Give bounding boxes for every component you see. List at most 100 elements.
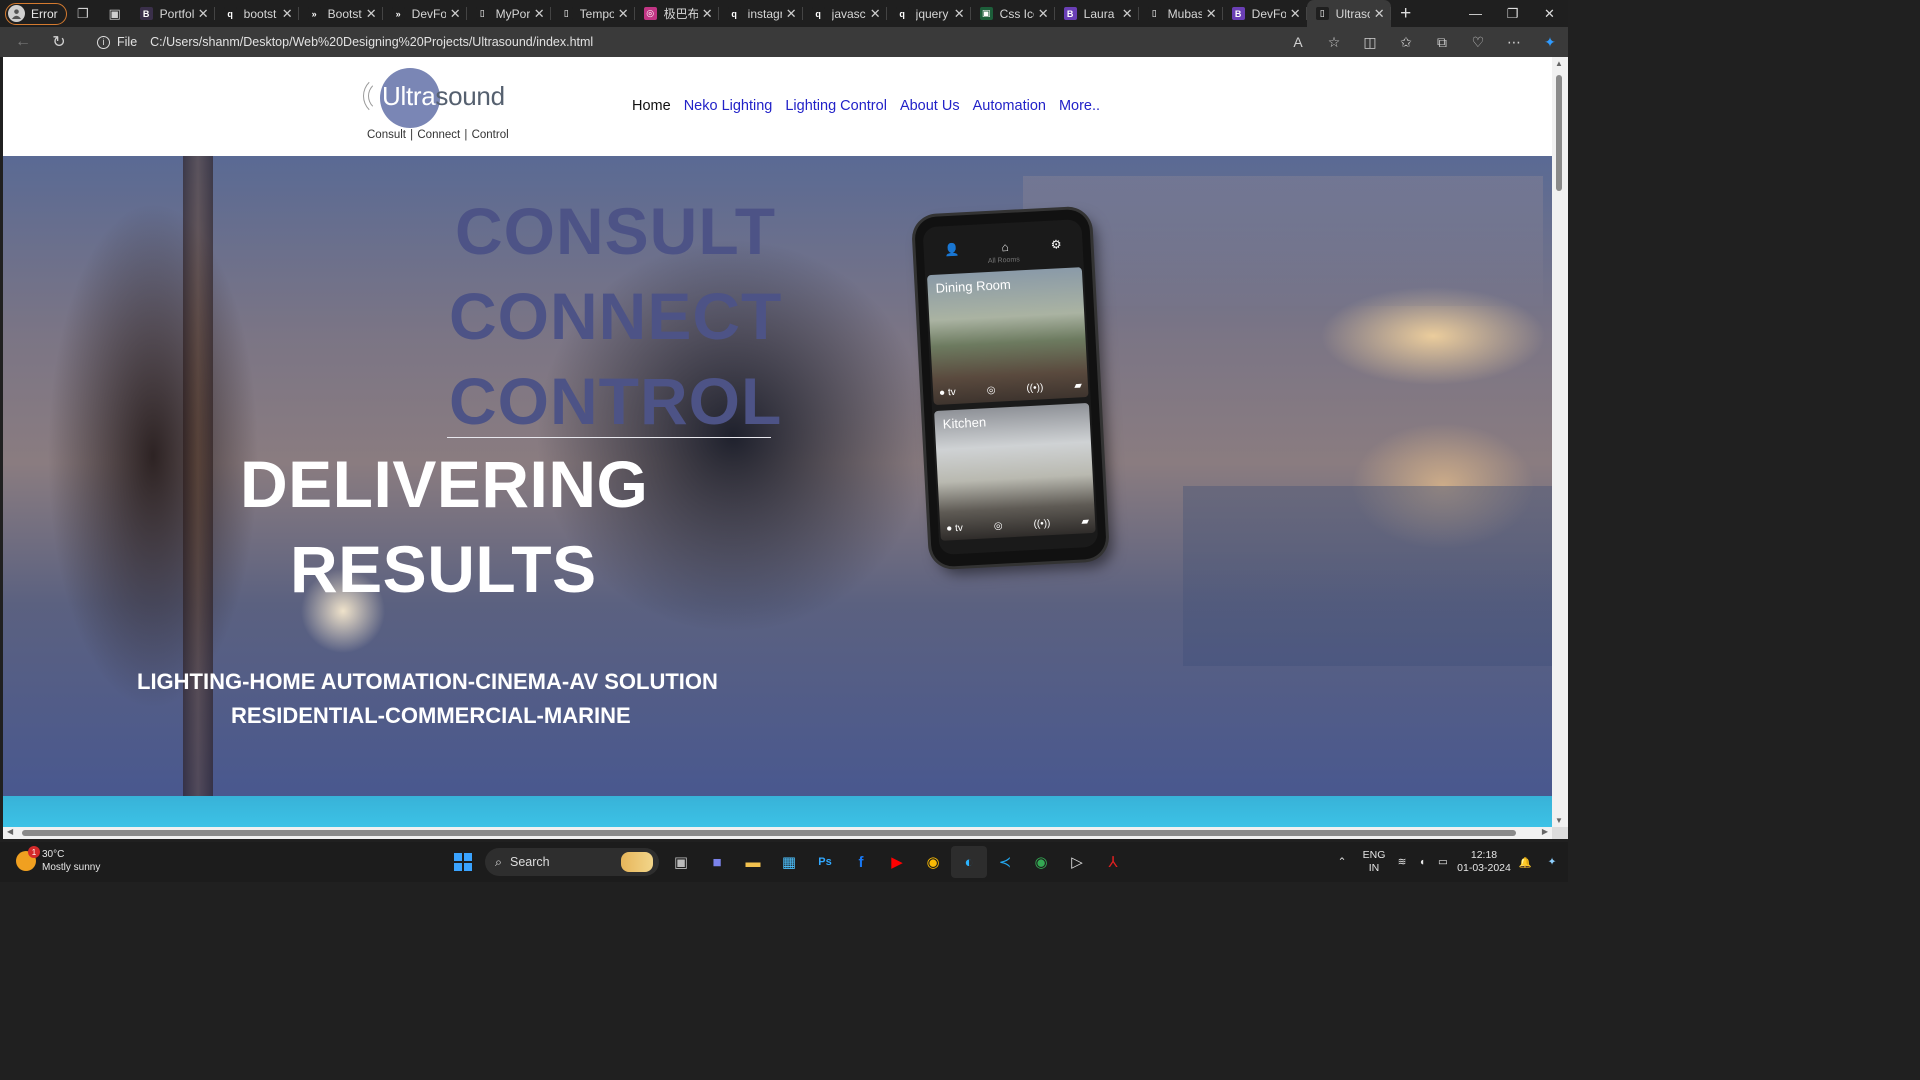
browser-tab[interactable]: ▯ Mubas ✕ — [1139, 0, 1223, 27]
chrome-icon[interactable]: ◉ — [915, 846, 951, 878]
new-tab-button[interactable]: + — [1391, 0, 1421, 27]
nav-link-more[interactable]: More.. — [1059, 98, 1100, 114]
hero-background — [183, 156, 213, 796]
browser-tab[interactable]: » DevFol ✕ — [383, 0, 467, 27]
browser-tab[interactable]: B Portfol ✕ — [131, 0, 215, 27]
favorites-icon[interactable]: ✩ — [1388, 34, 1424, 51]
start-button[interactable] — [445, 846, 481, 878]
browser-tab[interactable]: q bootst ✕ — [215, 0, 299, 27]
acrobat-icon[interactable]: ⅄ — [1095, 846, 1131, 878]
nav-link-automation[interactable]: Automation — [973, 98, 1046, 114]
site-logo[interactable]: Ultrasound Consult | Connect | Control — [361, 67, 516, 147]
copilot-taskbar-icon[interactable]: ✦ — [1536, 856, 1568, 868]
avatar — [8, 5, 25, 22]
info-icon[interactable]: i — [97, 35, 110, 49]
photoshop-icon[interactable]: Ps — [807, 846, 843, 878]
nav-link-about-us[interactable]: About Us — [900, 98, 960, 114]
nav-link-home[interactable]: Home — [632, 98, 671, 114]
wifi-icon[interactable]: ≋ — [1392, 856, 1412, 868]
browser-tab[interactable]: ▯ Ultraso ✕ — [1306, 0, 1391, 27]
settings-gear-icon: ⚙ — [1050, 237, 1062, 252]
nav-link-lighting-control[interactable]: Lighting Control — [785, 98, 887, 114]
minimize-icon[interactable]: — — [1457, 0, 1494, 27]
hero-word-consult: CONSULT — [455, 194, 777, 268]
browser-tab[interactable]: ▯ MyPort ✕ — [467, 0, 551, 27]
notification-bell-icon[interactable]: 🔔 — [1514, 856, 1536, 869]
task-view-icon[interactable]: ▣ — [663, 846, 699, 878]
close-tab-icon[interactable]: ✕ — [366, 6, 377, 22]
browser-tab[interactable]: B Laura ✕ — [1055, 0, 1139, 27]
room-controls: ● tv ◎ ((•)) ▰ — [939, 380, 1082, 398]
close-tab-icon[interactable]: ✕ — [534, 6, 545, 22]
close-tab-icon[interactable]: ✕ — [1374, 6, 1385, 22]
tab-actions-icon[interactable]: ▣ — [99, 0, 131, 27]
edge-icon[interactable]: ◐ — [951, 846, 987, 878]
facebook-icon[interactable]: f — [843, 846, 879, 878]
home-icon: ⌂ — [1001, 239, 1010, 255]
url-text[interactable]: C:/Users/shanm/Desktop/Web%20Designing%2… — [150, 35, 593, 49]
vertical-scrollbar[interactable]: ▲ ▼ — [1552, 57, 1568, 827]
browser-essentials-icon[interactable]: ♡ — [1460, 34, 1496, 51]
browser-tab[interactable]: q javascr ✕ — [803, 0, 887, 27]
more-menu-icon[interactable]: ⋯ — [1496, 34, 1532, 51]
hero-sectors: RESIDENTIAL-COMMERCIAL-MARINE — [231, 703, 631, 728]
scroll-up-icon[interactable]: ▲ — [1555, 59, 1563, 68]
split-screen-icon[interactable]: ◫ — [1352, 34, 1388, 51]
show-hidden-icons-icon[interactable]: ⌃ — [1328, 856, 1356, 868]
close-tab-icon[interactable]: ✕ — [1290, 6, 1301, 22]
browser-tab[interactable]: B DevFol ✕ — [1223, 0, 1307, 27]
restore-icon[interactable]: ❐ — [1494, 0, 1531, 27]
vscode-icon[interactable]: ≺ — [987, 846, 1023, 878]
nav-link-neko-lighting[interactable]: Neko Lighting — [684, 98, 773, 114]
refresh-icon[interactable]: ↻ — [41, 27, 77, 57]
browser-tab[interactable]: q jquery ✕ — [887, 0, 971, 27]
hero-word-control: CONTROL — [449, 364, 783, 438]
browser-tab[interactable]: q instagr ✕ — [719, 0, 803, 27]
clock[interactable]: 12:18 01-03-2024 — [1454, 849, 1514, 875]
close-window-icon[interactable]: ✕ — [1531, 0, 1568, 27]
close-tab-icon[interactable]: ✕ — [282, 6, 293, 22]
close-tab-icon[interactable]: ✕ — [198, 6, 209, 22]
battery-icon[interactable]: ▭ — [1432, 856, 1454, 868]
close-tab-icon[interactable]: ✕ — [1206, 6, 1217, 22]
speaker-icon: ◎ — [993, 520, 1003, 533]
browser-tab[interactable]: ▯ Tempo ✕ — [551, 0, 635, 27]
horizontal-scrollbar[interactable]: ◀ ▶ — [3, 827, 1552, 839]
profile-button[interactable]: Error — [5, 2, 67, 25]
close-tab-icon[interactable]: ✕ — [954, 6, 965, 22]
weather-widget[interactable]: 1 30°C Mostly sunny — [16, 846, 100, 874]
close-tab-icon[interactable]: ✕ — [1122, 6, 1133, 22]
browser-tab[interactable]: ◎ 极巴布 ✕ — [635, 0, 719, 27]
close-tab-icon[interactable]: ✕ — [870, 6, 881, 22]
browser-tab[interactable]: » Bootst ✕ — [299, 0, 383, 27]
vertical-scroll-thumb[interactable] — [1556, 75, 1562, 191]
copilot-icon[interactable]: ✦ — [1532, 34, 1568, 51]
address-bar[interactable]: i File C:/Users/shanm/Desktop/Web%20Desi… — [85, 29, 1345, 55]
close-tab-icon[interactable]: ✕ — [618, 6, 629, 22]
scroll-down-icon[interactable]: ▼ — [1555, 816, 1563, 825]
taskbar-search[interactable]: ⌕ Search — [485, 848, 659, 876]
teams-icon[interactable]: ■ — [699, 846, 735, 878]
horizontal-scroll-thumb[interactable] — [22, 830, 1516, 836]
chrome-profile-icon[interactable]: ◉ — [1023, 846, 1059, 878]
close-tab-icon[interactable]: ✕ — [786, 6, 797, 22]
language-indicator[interactable]: ENG IN — [1356, 849, 1392, 875]
scroll-right-icon[interactable]: ▶ — [1542, 827, 1548, 836]
volume-icon[interactable]: ◖ — [1412, 856, 1432, 868]
browser-tab[interactable]: ▣ Css Ico ✕ — [971, 0, 1055, 27]
back-arrow-icon[interactable]: ← — [5, 27, 41, 57]
tab-title: Tempo — [579, 6, 614, 21]
workspaces-icon[interactable]: ❐ — [67, 0, 99, 27]
temperature: 30°C — [42, 849, 65, 860]
close-tab-icon[interactable]: ✕ — [702, 6, 713, 22]
favorite-star-icon[interactable]: ☆ — [1316, 34, 1352, 51]
store-icon[interactable]: ▦ — [771, 846, 807, 878]
youtube-icon[interactable]: ▶ — [879, 846, 915, 878]
close-tab-icon[interactable]: ✕ — [450, 6, 461, 22]
close-tab-icon[interactable]: ✕ — [1038, 6, 1049, 22]
read-aloud-icon[interactable]: A — [1280, 34, 1316, 50]
file-explorer-icon[interactable]: ▬ — [735, 846, 771, 878]
scroll-left-icon[interactable]: ◀ — [7, 827, 13, 836]
media-player-icon[interactable]: ▷ — [1059, 846, 1095, 878]
collections-icon[interactable]: ⧉ — [1424, 34, 1460, 51]
